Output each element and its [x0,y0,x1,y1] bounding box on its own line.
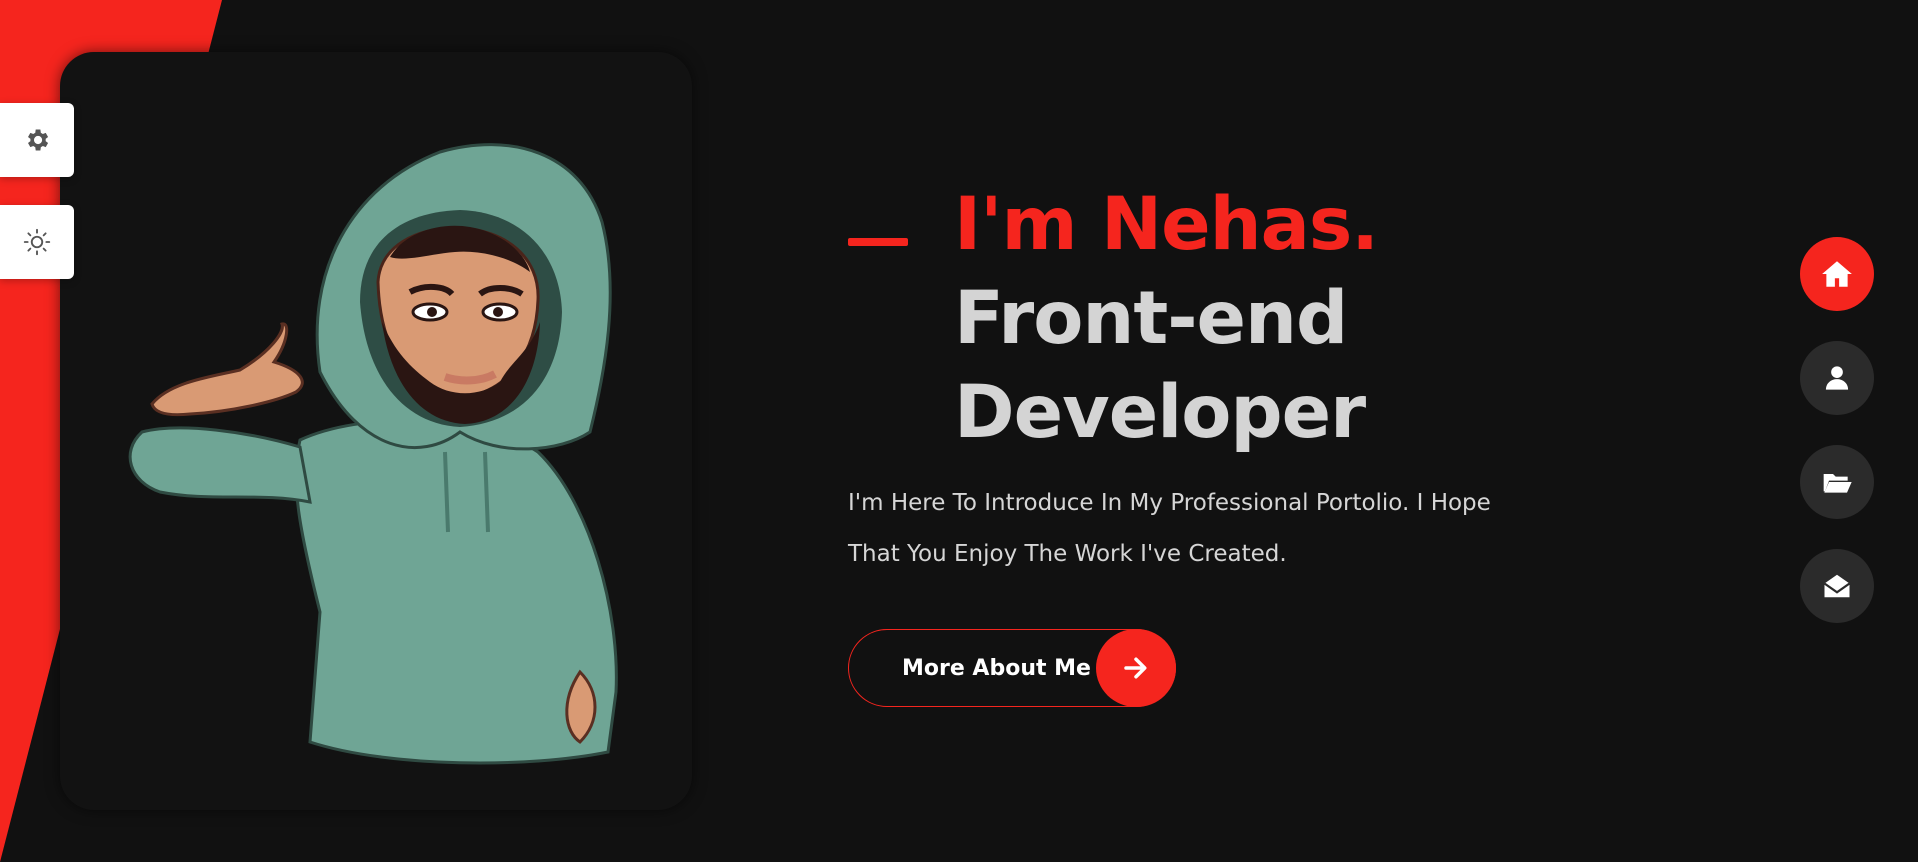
hero-description-line-1: I'm Here To Introduce In My Professional… [848,490,1491,516]
theme-toggle-button[interactable] [0,205,74,279]
sun-icon [23,228,51,256]
nav-home-button[interactable] [1800,237,1874,311]
profile-image-card [60,52,692,810]
folder-open-icon [1823,474,1852,493]
cartoon-avatar-image [128,143,618,765]
hero-description-line-2: That You Enjoy The Work I've Created. [848,541,1287,567]
home-icon [1822,261,1852,287]
hero-section: I'm Nehas. Front-end Developer [848,178,1548,460]
user-icon [1825,366,1849,390]
nav-about-button[interactable] [1800,341,1874,415]
hero-role-line-2: Developer [954,370,1366,455]
gear-icon [28,129,49,151]
hero-name: I'm Nehas. [954,182,1379,267]
settings-button[interactable] [0,103,74,177]
side-navigation [1800,237,1876,653]
nav-contact-button[interactable] [1800,549,1874,623]
hero-role-line-1: Front-end [954,276,1348,361]
hero-title: I'm Nehas. Front-end Developer [954,178,1548,460]
arrow-right-icon [1096,629,1176,707]
more-about-me-label: More About Me [902,655,1091,681]
nav-portfolio-button[interactable] [1800,445,1874,519]
more-about-me-button[interactable]: More About Me [848,629,1176,707]
hero-description: I'm Here To Introduce In My Professional… [848,478,1548,580]
accent-dash [848,238,908,246]
home-page: I'm Nehas. Front-end Developer I'm Here … [0,0,1918,862]
envelope-open-icon [1823,574,1851,598]
